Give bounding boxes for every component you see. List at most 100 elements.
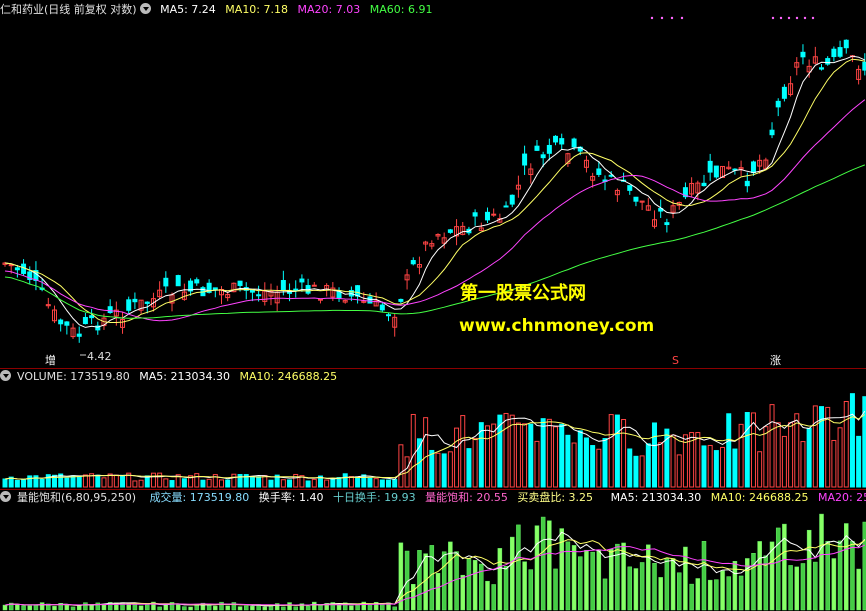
- candle-body: [355, 285, 361, 297]
- volume-bar: [39, 478, 45, 488]
- candle-body: [256, 294, 262, 297]
- candle-body: [781, 86, 787, 99]
- volume-bar: [120, 474, 126, 488]
- candle-body: [132, 298, 138, 303]
- indicator-bar: [590, 551, 595, 611]
- indicator-bar: [460, 574, 465, 611]
- candle-body: [484, 211, 490, 221]
- indicator-bar: [602, 578, 608, 611]
- volume-bar: [386, 479, 392, 488]
- volume-bar: [82, 474, 88, 488]
- indicator-bar: [175, 603, 181, 611]
- candle-body: [596, 168, 602, 175]
- volume-bar: [621, 419, 627, 488]
- volume-bar: [101, 477, 107, 488]
- candle-body: [386, 314, 392, 317]
- candle-body: [175, 275, 181, 287]
- candle-body: [14, 267, 20, 271]
- indicator-bar: [163, 604, 169, 611]
- volume-bar: [330, 478, 336, 488]
- candle-body: [293, 288, 299, 291]
- signal-dot: [650, 16, 654, 20]
- indicator-bar: [701, 540, 707, 611]
- volume-bar: [231, 473, 237, 488]
- volume-bar: [460, 415, 466, 488]
- candle-body: [800, 51, 806, 58]
- volume-bar: [373, 478, 379, 488]
- volume-bar: [713, 450, 719, 488]
- indicator-bar: [33, 604, 39, 611]
- indicator-bar: [472, 560, 478, 611]
- candle-body: [280, 280, 286, 291]
- candle-body: [21, 263, 27, 274]
- indicator-bar: [491, 584, 496, 611]
- volume-bar: [515, 422, 521, 488]
- volume-bar: [2, 478, 8, 488]
- indicator-bar: [336, 604, 342, 611]
- candle-body: [633, 196, 639, 202]
- indicator-bar: [689, 583, 694, 611]
- indicator-bar: [448, 541, 453, 611]
- volume-bar: [466, 448, 472, 488]
- candle-body: [82, 316, 88, 325]
- volume-bar: [788, 422, 794, 488]
- volume-bar: [132, 480, 138, 488]
- indicator-bar: [429, 545, 435, 611]
- volume-bar: [14, 479, 20, 488]
- volume-bar: [169, 480, 175, 488]
- volume-bar: [571, 442, 577, 488]
- indicator-bar: [670, 558, 676, 611]
- volume-bar: [441, 453, 447, 488]
- indicator-bar: [714, 579, 719, 611]
- indicator-bar: [794, 566, 800, 611]
- volume-bar: [262, 475, 268, 488]
- candle-body: [559, 138, 565, 145]
- volume-bar: [590, 445, 596, 488]
- candle-body: [843, 39, 849, 49]
- volume-bar: [454, 427, 460, 488]
- ma5-line: [4, 55, 865, 328]
- indicator-bar: [76, 605, 82, 611]
- indicator-bar: [2, 604, 8, 611]
- candlestick-chart[interactable]: [0, 0, 866, 368]
- candle-body: [664, 222, 670, 226]
- volume-chart[interactable]: [0, 369, 866, 489]
- volume-bar: [361, 474, 367, 488]
- candle-body: [707, 160, 713, 173]
- indicator-bar: [825, 540, 830, 611]
- candle-body: [144, 301, 150, 304]
- indicator-bar: [571, 545, 577, 611]
- volume-bar: [491, 423, 497, 488]
- marker-zeng: 增: [45, 354, 56, 367]
- indicator-bar: [658, 577, 663, 611]
- volume-bar: [163, 478, 169, 488]
- volume-bar: [311, 478, 317, 488]
- volume-bar: [138, 479, 144, 488]
- volume-bar: [410, 413, 416, 488]
- signal-dot: [787, 16, 791, 20]
- volume-bar: [157, 472, 163, 488]
- indicator-bar: [435, 573, 441, 611]
- signal-dot: [811, 16, 815, 20]
- indicator-bar: [503, 565, 509, 611]
- volume-bar: [268, 479, 274, 488]
- indicator-chart[interactable]: [0, 490, 866, 611]
- volume-bar: [423, 417, 429, 488]
- volume-bar: [720, 446, 726, 488]
- indicator-bar: [243, 605, 249, 611]
- indicator-bar: [64, 605, 70, 611]
- volume-bar: [812, 405, 818, 488]
- indicator-bar: [676, 572, 682, 611]
- indicator-bar: [392, 606, 397, 611]
- volume-bar: [831, 439, 837, 488]
- indicator-bar: [788, 565, 793, 611]
- volume-bar: [429, 449, 435, 488]
- ma20-line: [4, 99, 866, 322]
- indicator-bar: [720, 570, 725, 611]
- candle-body: [522, 153, 528, 166]
- indicator-bar: [732, 561, 738, 611]
- indicator-bar: [578, 556, 583, 611]
- candle-body: [237, 280, 243, 286]
- volume-bar: [194, 473, 200, 488]
- volume-bar: [633, 455, 639, 488]
